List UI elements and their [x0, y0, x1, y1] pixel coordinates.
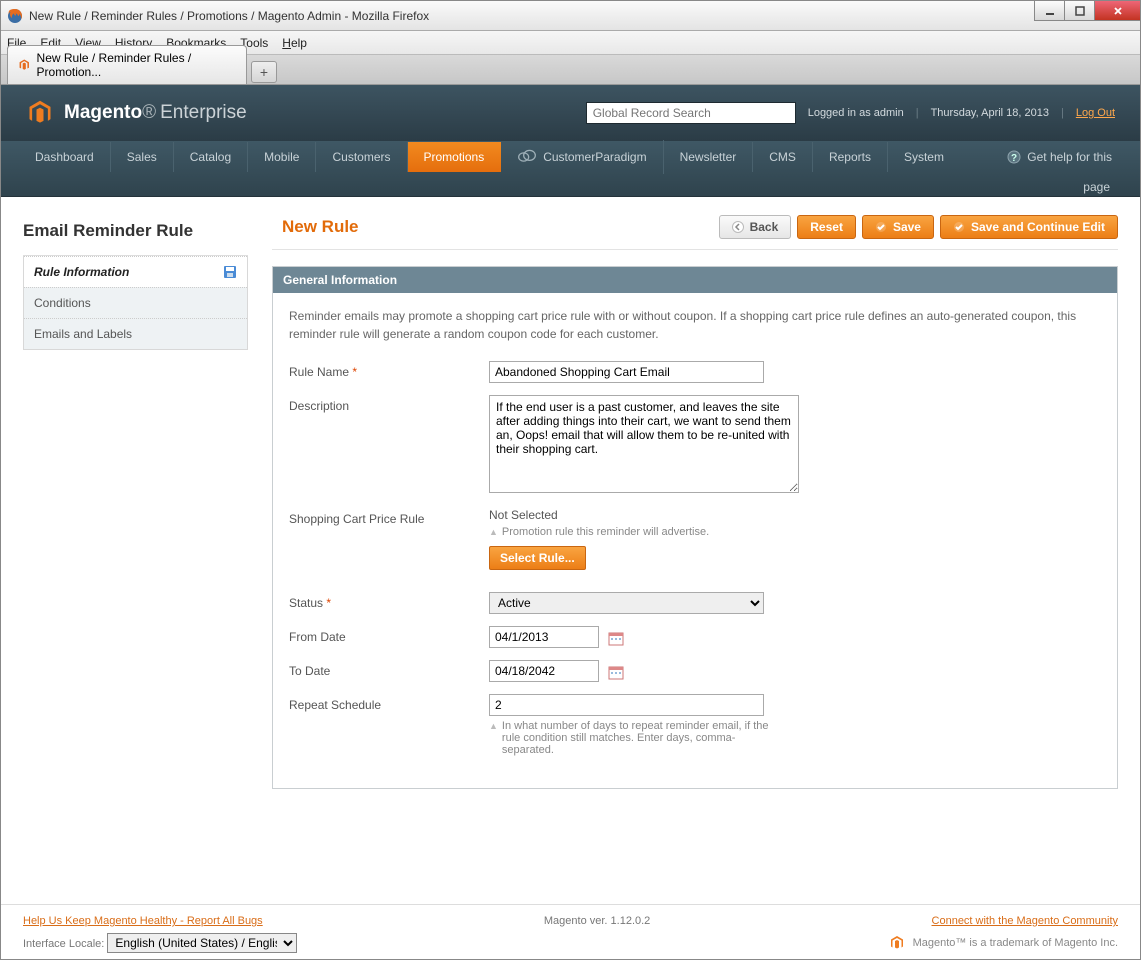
rule-name-label: Rule Name * — [289, 361, 489, 383]
svg-text:?: ? — [1011, 153, 1017, 164]
help-icon: ? — [1007, 150, 1021, 164]
close-button[interactable] — [1094, 1, 1140, 21]
header-date: Thursday, April 18, 2013 — [931, 107, 1049, 119]
save-button[interactable]: Save — [862, 215, 934, 239]
global-search-input[interactable] — [586, 102, 796, 124]
nav-help-link[interactable]: ? Get help for this — [997, 142, 1122, 172]
nav-sales[interactable]: Sales — [111, 142, 174, 172]
price-rule-label: Shopping Cart Price Rule — [289, 508, 489, 570]
sidebar-list: Rule Information Conditions Emails and L… — [23, 256, 248, 350]
repeat-label: Repeat Schedule — [289, 694, 489, 756]
report-bugs-link[interactable]: Help Us Keep Magento Healthy - Report Al… — [23, 915, 263, 927]
nav-customers[interactable]: Customers — [316, 142, 407, 172]
price-rule-note: Promotion rule this reminder will advert… — [489, 526, 1101, 538]
firefox-icon — [7, 8, 23, 24]
repeat-input[interactable] — [489, 694, 764, 716]
calendar-icon[interactable] — [608, 664, 624, 680]
reset-button[interactable]: Reset — [797, 215, 856, 239]
price-rule-value: Not Selected — [489, 508, 1101, 522]
browser-tab-label: New Rule / Reminder Rules / Promotion... — [37, 51, 236, 79]
logout-link[interactable]: Log Out — [1076, 107, 1115, 119]
menu-help[interactable]: Help — [282, 36, 307, 50]
logged-in-text: Logged in as admin — [808, 107, 904, 119]
nav-newsletter[interactable]: Newsletter — [664, 142, 754, 172]
select-rule-button[interactable]: Select Rule... — [489, 546, 586, 570]
sidebar-item-rule-information[interactable]: Rule Information — [24, 256, 247, 287]
status-label: Status * — [289, 592, 489, 614]
sidebar-title: Email Reminder Rule — [23, 215, 248, 256]
trademark-text: Magento™ is a trademark of Magento Inc. — [913, 937, 1118, 949]
general-info-panel: General Information Reminder emails may … — [272, 266, 1118, 789]
nav-help-sub: page — [19, 176, 1122, 194]
status-select[interactable]: Active — [489, 592, 764, 614]
new-tab-button[interactable]: + — [251, 61, 277, 83]
rule-name-input[interactable] — [489, 361, 764, 383]
panel-title: General Information — [273, 267, 1117, 293]
repeat-note: In what number of days to repeat reminde… — [489, 720, 769, 756]
nav-system[interactable]: System — [888, 142, 960, 172]
community-link[interactable]: Connect with the Magento Community — [932, 915, 1118, 927]
version-text: Magento ver. 1.12.0.2 — [544, 915, 650, 927]
sidebar-item-conditions[interactable]: Conditions — [24, 287, 247, 318]
to-date-input[interactable] — [489, 660, 599, 682]
nav-promotions[interactable]: Promotions — [408, 142, 502, 172]
admin-header: Magento®Enterprise Logged in as admin | … — [1, 85, 1140, 141]
magento-logo: Magento®Enterprise — [26, 99, 247, 127]
locale-label: Interface Locale: — [23, 938, 104, 950]
save-disk-icon — [223, 265, 237, 279]
window-title-bar: New Rule / Reminder Rules / Promotions /… — [1, 1, 1140, 31]
nav-customerparadigm[interactable]: CustomerParadigm — [501, 140, 663, 174]
description-textarea[interactable]: If the end user is a past customer, and … — [489, 395, 799, 493]
back-button[interactable]: Back — [719, 215, 792, 239]
from-date-input[interactable] — [489, 626, 599, 648]
check-icon — [953, 221, 965, 233]
minimize-button[interactable] — [1034, 1, 1064, 21]
window-title: New Rule / Reminder Rules / Promotions /… — [29, 9, 429, 23]
customerparadigm-icon — [517, 148, 537, 166]
save-continue-button[interactable]: Save and Continue Edit — [940, 215, 1118, 239]
to-date-label: To Date — [289, 660, 489, 682]
page-head: New Rule Back Reset Save Save and Contin… — [272, 215, 1118, 250]
nav-mobile[interactable]: Mobile — [248, 142, 316, 172]
panel-description: Reminder emails may promote a shopping c… — [289, 307, 1101, 343]
calendar-icon[interactable] — [608, 630, 624, 646]
back-arrow-icon — [732, 221, 744, 233]
admin-nav: Dashboard Sales Catalog Mobile Customers… — [1, 141, 1140, 197]
description-label: Description — [289, 395, 489, 496]
nav-catalog[interactable]: Catalog — [174, 142, 248, 172]
browser-tab-strip: New Rule / Reminder Rules / Promotion...… — [1, 55, 1140, 85]
locale-select[interactable]: English (United States) / English — [107, 933, 297, 953]
magento-logo-icon — [26, 99, 54, 127]
sidebar-item-emails-labels[interactable]: Emails and Labels — [24, 318, 247, 349]
maximize-button[interactable] — [1064, 1, 1094, 21]
from-date-label: From Date — [289, 626, 489, 648]
check-icon — [875, 221, 887, 233]
magento-favicon-icon — [18, 58, 31, 72]
nav-reports[interactable]: Reports — [813, 142, 888, 172]
page-title: New Rule — [272, 217, 359, 237]
magento-small-icon — [889, 935, 905, 951]
brand-bold: Magento — [64, 102, 142, 123]
browser-tab[interactable]: New Rule / Reminder Rules / Promotion... — [7, 45, 247, 84]
admin-footer: Help Us Keep Magento Healthy - Report Al… — [1, 904, 1140, 959]
nav-cms[interactable]: CMS — [753, 142, 813, 172]
brand-light: Enterprise — [160, 102, 247, 123]
nav-dashboard[interactable]: Dashboard — [19, 142, 111, 172]
